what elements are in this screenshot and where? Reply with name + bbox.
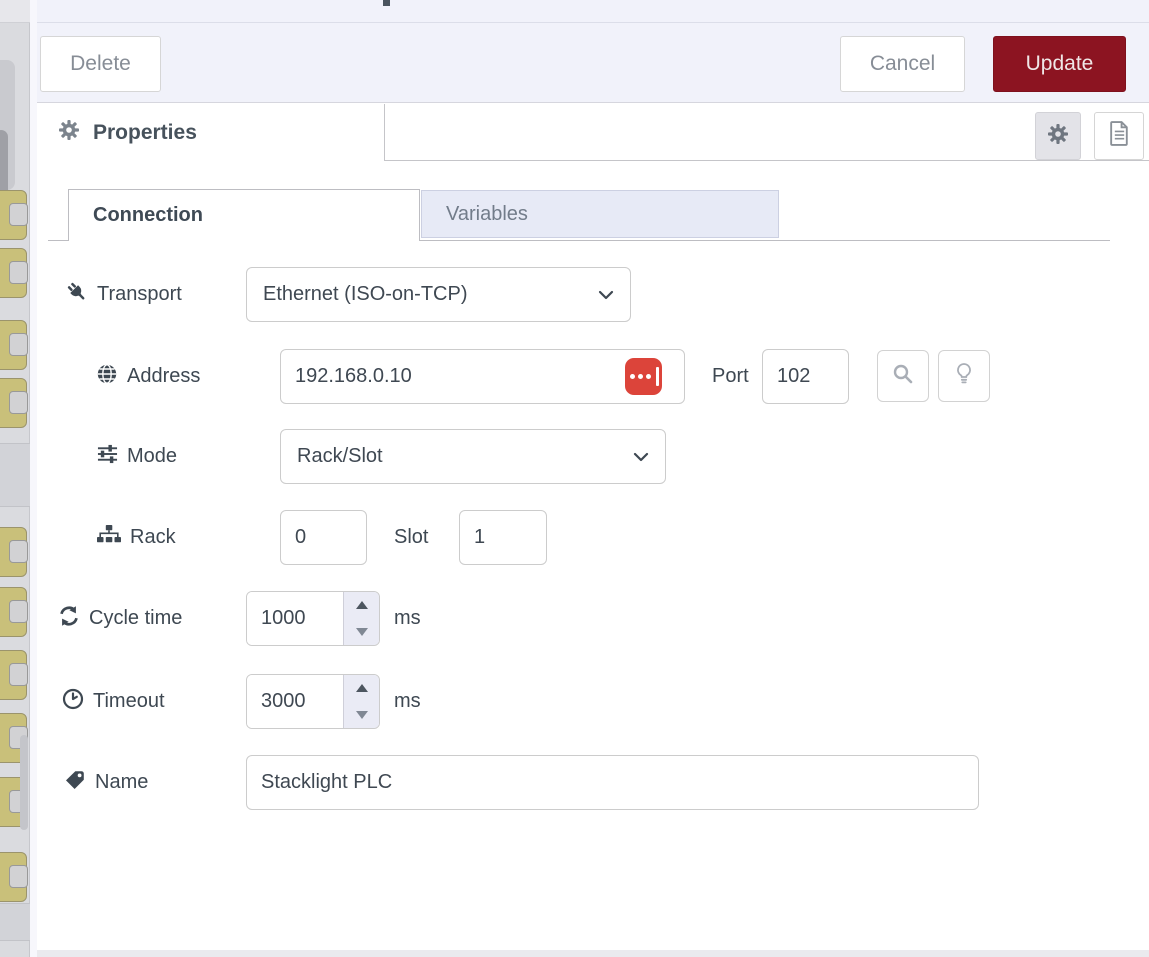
tag-icon — [64, 769, 86, 797]
cycle-time-input[interactable] — [247, 592, 343, 645]
name-label: Name — [64, 755, 148, 810]
palette-node[interactable] — [0, 248, 27, 298]
chevron-down-icon — [633, 445, 649, 468]
properties-bar: Properties — [37, 104, 1149, 161]
rack-label: Rack — [97, 510, 176, 565]
tab-connection-label: Connection — [93, 204, 203, 227]
properties-bar-right — [385, 104, 1149, 161]
node-port — [9, 663, 28, 686]
palette-header — [0, 0, 30, 23]
workspace-gap — [30, 0, 37, 957]
address-label: Address — [96, 349, 200, 404]
plug-icon — [66, 281, 88, 309]
gear-icon — [1047, 123, 1069, 150]
node-port — [9, 540, 28, 563]
globe-icon — [96, 363, 118, 391]
cancel-button[interactable]: Cancel — [840, 36, 965, 92]
palette-node[interactable] — [0, 190, 27, 240]
dialog-titlebar — [37, 0, 1149, 23]
transport-selected-value: Ethernet (ISO-on-TCP) — [263, 283, 468, 306]
document-icon — [1109, 121, 1130, 151]
password-manager-autofill-icon[interactable] — [625, 358, 662, 395]
port-input[interactable] — [762, 349, 849, 404]
sliders-icon — [97, 443, 118, 471]
cycle-time-label: Cycle time — [58, 591, 182, 646]
timeout-input[interactable] — [247, 675, 343, 728]
edit-node-dialog: Delete Cancel Update — [37, 0, 1149, 950]
rack-input[interactable] — [280, 510, 367, 565]
tab-variables-label: Variables — [446, 203, 528, 226]
timeout-increment-button[interactable] — [344, 675, 379, 702]
palette-node[interactable] — [0, 378, 27, 428]
palette-section — [0, 443, 30, 507]
mode-selected-value: Rack/Slot — [297, 445, 383, 468]
cycle-time-spinner — [246, 591, 380, 646]
palette-section — [0, 903, 30, 941]
search-icon — [892, 363, 914, 390]
tab-properties[interactable]: Properties — [37, 104, 385, 161]
edit-properties-button[interactable] — [1035, 112, 1081, 160]
node-port — [9, 261, 28, 284]
node-port — [9, 203, 28, 226]
update-button[interactable]: Update — [993, 36, 1126, 92]
name-input[interactable] — [246, 755, 979, 810]
node-description-button[interactable] — [1094, 112, 1144, 160]
palette-node[interactable] — [0, 852, 27, 902]
arrow-up-icon — [356, 684, 368, 692]
clock-icon — [62, 688, 84, 716]
arrow-down-icon — [356, 711, 368, 719]
slot-input[interactable] — [459, 510, 547, 565]
palette-node[interactable] — [0, 320, 27, 370]
sitemap-icon — [97, 525, 121, 550]
identify-device-button[interactable] — [938, 350, 990, 402]
properties-title: Properties — [93, 121, 197, 145]
node-palette — [0, 0, 30, 957]
lightbulb-icon — [955, 362, 973, 391]
slot-label: Slot — [394, 510, 428, 565]
transport-label: Transport — [66, 267, 182, 322]
dialog-buttonbar: Delete Cancel Update — [37, 23, 1149, 103]
chevron-down-icon — [598, 283, 614, 306]
delete-button[interactable]: Delete — [40, 36, 161, 92]
title-text-fragment — [383, 0, 390, 6]
cycle-time-increment-button[interactable] — [344, 592, 379, 619]
tab-connection[interactable]: Connection — [68, 189, 420, 241]
arrow-up-icon — [356, 601, 368, 609]
palette-node[interactable] — [0, 587, 27, 637]
node-port — [9, 600, 28, 623]
port-label: Port — [712, 349, 749, 404]
palette-node[interactable] — [0, 650, 27, 700]
cycle-time-unit: ms — [394, 591, 421, 646]
transport-select[interactable]: Ethernet (ISO-on-TCP) — [246, 267, 631, 322]
node-port — [9, 391, 28, 414]
palette-scrollbar[interactable] — [20, 735, 28, 830]
timeout-spinner — [246, 674, 380, 729]
tab-variables[interactable]: Variables — [421, 190, 779, 238]
mode-label: Mode — [97, 429, 177, 484]
mode-select[interactable]: Rack/Slot — [280, 429, 666, 484]
scan-devices-button[interactable] — [877, 350, 929, 402]
timeout-decrement-button[interactable] — [344, 702, 379, 729]
node-port — [9, 865, 28, 888]
arrow-down-icon — [356, 628, 368, 636]
palette-node[interactable] — [0, 527, 27, 577]
screen: Delete Cancel Update — [0, 0, 1149, 957]
node-port — [9, 333, 28, 356]
timeout-label: Timeout — [62, 674, 165, 729]
gear-icon — [58, 119, 80, 146]
refresh-icon — [58, 605, 80, 633]
timeout-unit: ms — [394, 674, 421, 729]
cycle-time-decrement-button[interactable] — [344, 619, 379, 646]
palette-gray-node — [0, 60, 15, 190]
